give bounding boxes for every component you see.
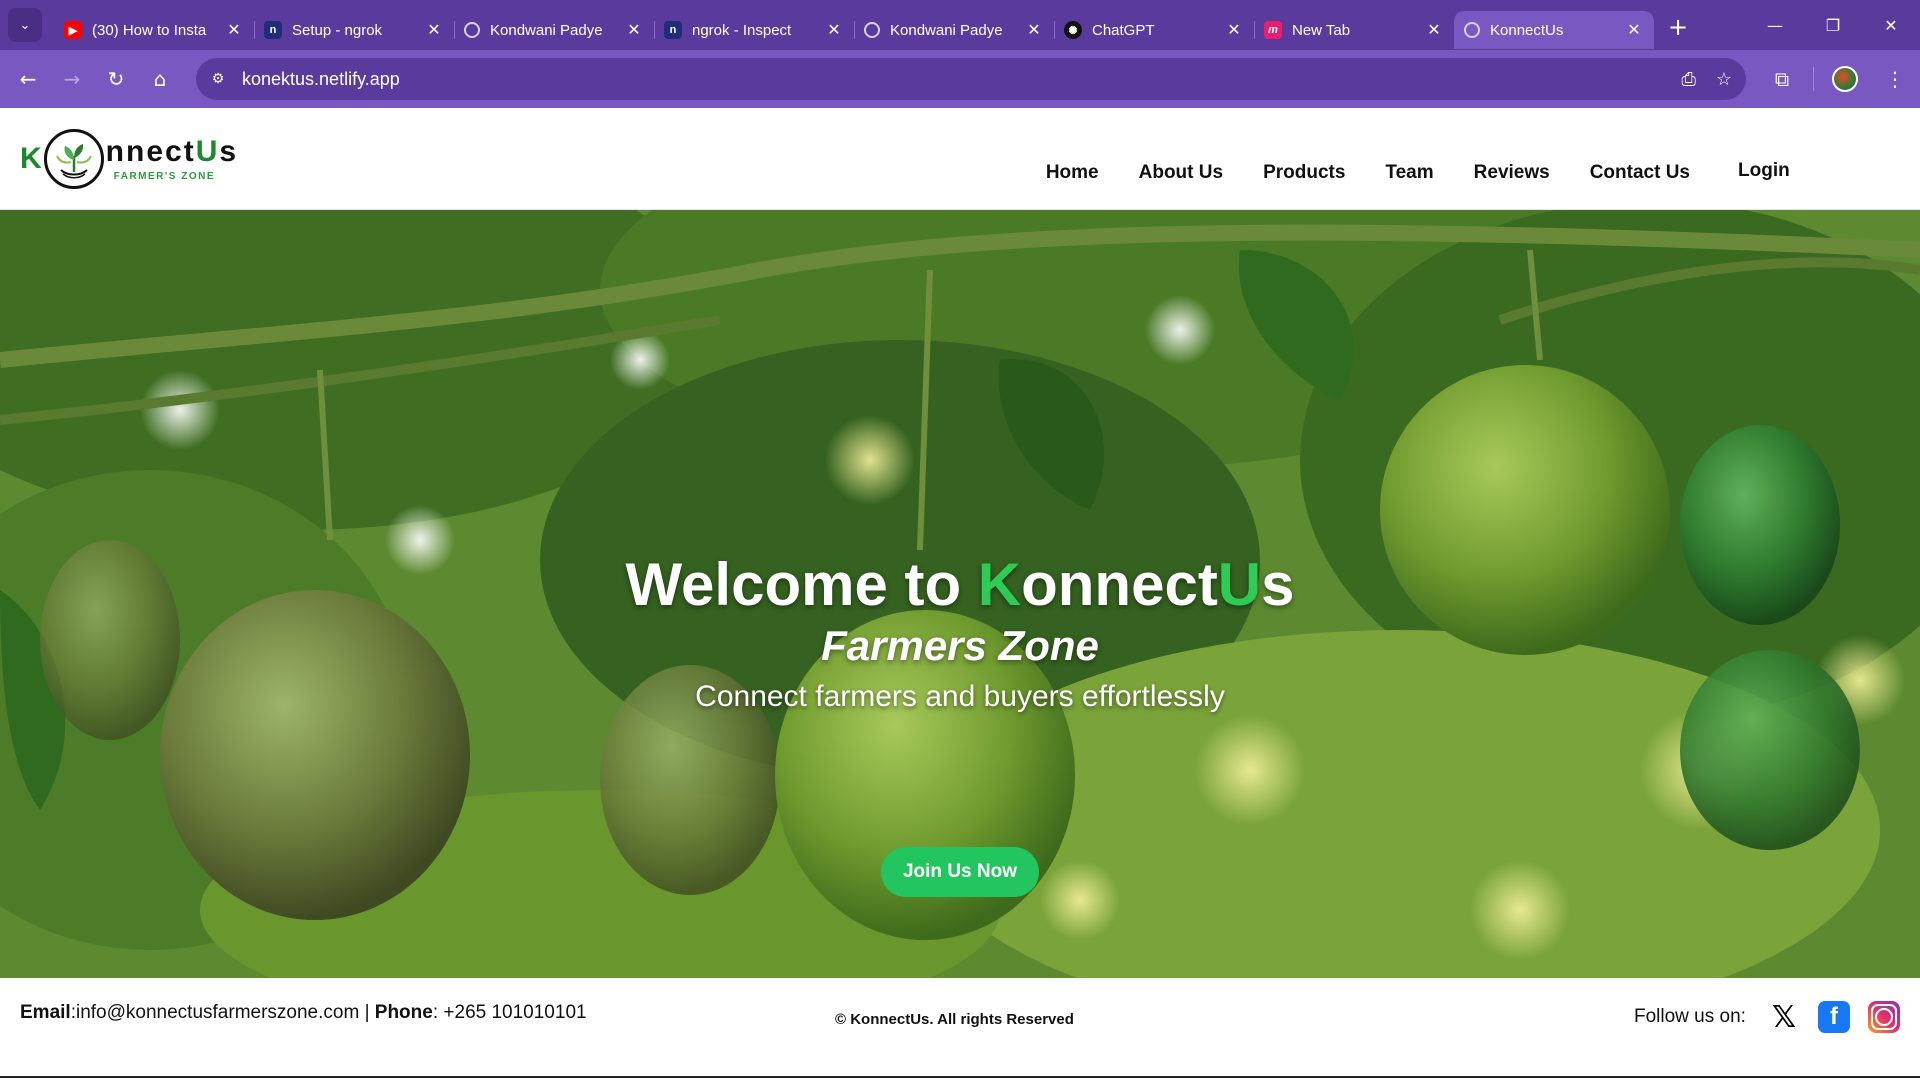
tab-title: Setup - ngrok: [292, 21, 383, 39]
browser-tab[interactable]: n ngrok - Inspect ✕: [654, 11, 854, 49]
tab-title: Kondwani Padye: [890, 21, 1003, 39]
toolbar-divider: [1813, 67, 1814, 91]
address-bar[interactable]: ⚙ konektus.netlify.app ⎙ ☆: [196, 58, 1746, 100]
globe-icon: [864, 22, 880, 38]
globe-icon: [1464, 22, 1480, 38]
logo-tagline: FARMER'S ZONE: [113, 170, 215, 182]
logo-seedling-icon: [43, 129, 104, 189]
avatar: [1832, 66, 1858, 92]
tab-title: Kondwani Padye: [490, 21, 603, 39]
follow-us-label: Follow us on:: [1634, 1006, 1746, 1027]
nav-about-us[interactable]: About Us: [1139, 162, 1223, 184]
close-icon[interactable]: ✕: [1424, 20, 1444, 40]
site-logo[interactable]: K nnectUs FARMER'S ZONE: [20, 126, 238, 192]
ngrok-icon: n: [664, 21, 682, 39]
site-footer: Email:info@konnectusfarmerszone.com | Ph…: [0, 978, 1920, 1078]
close-icon[interactable]: ✕: [1224, 20, 1244, 40]
browser-tab[interactable]: n Setup - ngrok ✕: [254, 11, 454, 49]
close-icon[interactable]: ✕: [824, 20, 844, 40]
browser-tab[interactable]: ▶ (30) How to Insta ✕: [54, 11, 254, 49]
x-icon[interactable]: 𝕏: [1768, 1000, 1800, 1035]
tab-title: ChatGPT: [1092, 21, 1155, 39]
join-us-button[interactable]: Join Us Now: [881, 847, 1039, 897]
phone-label: Phone: [374, 1002, 433, 1023]
logo-letter-k: K: [20, 142, 42, 175]
url-text[interactable]: konektus.netlify.app: [242, 69, 400, 90]
browser-tab[interactable]: ✺ ChatGPT ✕: [1054, 11, 1254, 49]
browser-toolbar: ← → ↻ ⌂ ⚙ konektus.netlify.app ⎙ ☆ ⧉ ⋮: [0, 50, 1920, 108]
hero-content: Welcome to KonnectUs Farmers Zone Connec…: [0, 210, 1920, 978]
extensions-icon[interactable]: ⧉: [1757, 57, 1807, 101]
address-bar-actions: ⎙ ☆: [1681, 58, 1732, 100]
email-value[interactable]: :info@konnectusfarmerszone.com |: [71, 1002, 375, 1023]
tab-search-button[interactable]: ⌄: [8, 8, 42, 42]
menu-kebab-icon[interactable]: ⋮: [1870, 57, 1920, 101]
forward-arrow-icon[interactable]: →: [50, 57, 94, 101]
close-icon[interactable]: ✕: [224, 20, 244, 40]
browser-tab[interactable]: Kondwani Padye ✕: [854, 11, 1054, 49]
bookmark-star-icon[interactable]: ☆: [1716, 69, 1732, 90]
reload-icon[interactable]: ↻: [94, 57, 138, 101]
close-icon[interactable]: ✕: [1624, 20, 1644, 40]
window-controls: — ❐ ✕: [1746, 0, 1920, 50]
install-app-icon[interactable]: ⎙: [1681, 69, 1695, 90]
tab-title: (30) How to Insta: [92, 21, 207, 39]
new-tab-button[interactable]: +: [1668, 13, 1688, 41]
nav-home[interactable]: Home: [1046, 162, 1099, 184]
instagram-icon[interactable]: [1868, 1001, 1900, 1033]
profile-button[interactable]: [1820, 57, 1870, 101]
tab-title: ngrok - Inspect: [692, 21, 792, 39]
nav-reviews[interactable]: Reviews: [1474, 162, 1550, 184]
browser-tab[interactable]: Kondwani Padye ✕: [454, 11, 654, 49]
nav-contact-us[interactable]: Contact Us: [1590, 162, 1690, 184]
tab-list: ▶ (30) How to Insta ✕ n Setup - ngrok ✕ …: [54, 0, 1654, 50]
logo-text: nnectUs FARMER'S ZONE: [105, 134, 239, 182]
chevron-down-icon: ⌄: [19, 17, 31, 33]
tab-title: New Tab: [1292, 21, 1351, 39]
globe-icon: [464, 22, 480, 38]
ngrok-icon: n: [264, 21, 282, 39]
toolbar-right: ⧉ ⋮: [1757, 50, 1920, 108]
window-close-icon[interactable]: ✕: [1862, 0, 1920, 50]
close-icon[interactable]: ✕: [424, 20, 444, 40]
home-icon[interactable]: ⌂: [138, 57, 182, 101]
nav-team[interactable]: Team: [1385, 162, 1433, 184]
email-label: Email: [20, 1002, 71, 1023]
minimize-icon[interactable]: —: [1746, 0, 1804, 50]
back-arrow-icon[interactable]: ←: [6, 57, 50, 101]
facebook-icon[interactable]: f: [1818, 1001, 1850, 1033]
nav-products[interactable]: Products: [1263, 162, 1345, 184]
browser-tab-active[interactable]: KonnectUs ✕: [1454, 11, 1654, 49]
close-icon[interactable]: ✕: [1024, 20, 1044, 40]
logo-wordmark: nnectUs: [105, 134, 239, 168]
footer-contact: Email:info@konnectusfarmerszone.com | Ph…: [20, 1002, 587, 1024]
m-icon: m: [1264, 21, 1282, 39]
youtube-icon: ▶: [64, 21, 82, 39]
hero-section: Welcome to KonnectUs Farmers Zone Connec…: [0, 210, 1920, 978]
login-link[interactable]: Login: [1738, 160, 1790, 182]
main-nav: Home About Us Products Team Reviews Cont…: [1046, 162, 1690, 184]
site-info-icon[interactable]: ⚙: [204, 65, 232, 93]
hero-tagline: Connect farmers and buyers effortlessly: [695, 680, 1225, 713]
hero-title: Welcome to KonnectUs: [625, 551, 1295, 618]
restore-icon[interactable]: ❐: [1804, 0, 1862, 50]
hero-subtitle: Farmers Zone: [821, 622, 1099, 669]
chatgpt-icon: ✺: [1064, 21, 1082, 39]
site-header: K nnectUs FARMER'S ZONE Home About Us Pr…: [0, 108, 1920, 210]
copyright-text: © KonnectUs. All rights Reserved: [835, 1011, 1074, 1028]
phone-value: : +265 101010101: [432, 1002, 587, 1023]
tab-title: KonnectUs: [1490, 21, 1564, 39]
browser-tab[interactable]: m New Tab ✕: [1254, 11, 1454, 49]
close-icon[interactable]: ✕: [624, 20, 644, 40]
browser-tab-strip: ⌄ ▶ (30) How to Insta ✕ n Setup - ngrok …: [0, 0, 1920, 50]
